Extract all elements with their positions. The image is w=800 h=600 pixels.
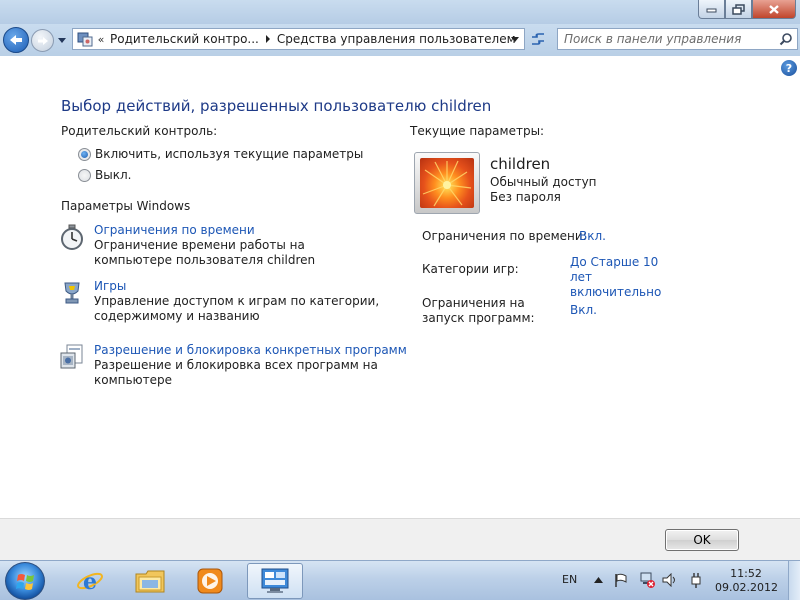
control-panel-icon <box>77 32 93 47</box>
stopwatch-icon <box>61 224 83 250</box>
minimize-icon <box>706 8 716 13</box>
user-name: children <box>490 155 551 173</box>
search-input[interactable] <box>564 32 774 46</box>
tray-network[interactable] <box>639 572 655 588</box>
windows-logo-icon <box>16 574 34 590</box>
taskbar: e EN 11:52 09.02.2012 <box>0 560 800 600</box>
radio-parental-off[interactable]: Выкл. <box>78 168 131 182</box>
games-description: Управление доступом к играм по категории… <box>94 294 380 323</box>
start-button[interactable] <box>5 562 45 600</box>
radio-button-checked[interactable] <box>78 147 91 161</box>
radio-off-label[interactable]: Выкл. <box>95 168 131 182</box>
setting-time-limits-value[interactable]: Вкл. <box>579 229 606 244</box>
back-button[interactable] <box>3 27 29 53</box>
setting-time-limits-label: Ограничения по времени: <box>422 229 587 243</box>
games-link[interactable]: Игры <box>94 279 126 293</box>
network-disconnected-icon <box>640 572 655 588</box>
taskbar-control-panel[interactable] <box>247 563 303 599</box>
window-controls <box>698 0 796 19</box>
search-box[interactable] <box>557 28 798 50</box>
chevron-down-icon <box>511 36 519 42</box>
refresh-button[interactable] <box>527 29 549 49</box>
minimize-button[interactable] <box>698 0 725 19</box>
avatar-flower-image <box>420 158 474 208</box>
user-account-type: Обычный доступ <box>490 175 597 189</box>
windows-settings-label: Параметры Windows <box>61 199 191 213</box>
action-center-flag-icon <box>615 573 627 587</box>
title-bar <box>0 0 800 26</box>
programs-link[interactable]: Разрешение и блокировка конкретных прогр… <box>94 343 407 357</box>
refresh-icon <box>532 33 544 45</box>
address-dropdown-button[interactable] <box>506 29 524 49</box>
taskbar-explorer[interactable] <box>122 563 178 599</box>
restore-button[interactable] <box>725 0 752 19</box>
ok-button[interactable]: OK <box>665 529 739 551</box>
language-indicator[interactable]: EN <box>562 573 577 586</box>
close-button[interactable] <box>752 0 796 19</box>
trophy-icon <box>64 282 80 304</box>
taskbar-media-player[interactable] <box>182 563 238 599</box>
control-panel-icon <box>261 568 289 593</box>
programs-description: Разрешение и блокировка всех программ на… <box>94 358 378 387</box>
clock-time: 11:52 <box>730 567 762 580</box>
search-icon[interactable] <box>779 32 793 46</box>
restore-icon <box>732 3 745 15</box>
chevron-up-icon <box>593 577 603 583</box>
power-plug-icon <box>691 573 701 588</box>
tray-power[interactable] <box>688 572 704 588</box>
radio-parental-on[interactable]: Включить, используя текущие параметры <box>78 147 363 161</box>
page-title: Выбор действий, разрешенных пользователю… <box>61 97 492 115</box>
setting-program-limits-value[interactable]: Вкл. <box>570 303 597 318</box>
setting-game-categories-label: Категории игр: <box>422 262 519 276</box>
user-password-status: Без пароля <box>490 190 561 204</box>
recent-pages-dropdown[interactable] <box>57 35 67 45</box>
close-icon <box>769 4 779 14</box>
breadcrumb-item-parental-control[interactable]: Родительский контро... <box>108 32 261 46</box>
setting-program-limits-label: Ограничения на запуск программ: <box>422 296 535 325</box>
breadcrumb-item-user-controls[interactable]: Средства управления пользователем <box>275 32 518 46</box>
breadcrumb-overflow[interactable]: « <box>94 33 108 46</box>
main-content: ? Выбор действий, разрешенных пользовате… <box>0 56 800 518</box>
setting-game-categories-value[interactable]: До Старше 10 лет включительно <box>570 255 682 300</box>
parental-control-label: Родительский контроль: <box>61 124 218 138</box>
programs-icon <box>60 344 83 369</box>
forward-button[interactable] <box>31 29 54 52</box>
navigation-bar: « Родительский контро... Средства управл… <box>0 24 800 56</box>
time-limits-description: Ограничение времени работы на компьютере… <box>94 238 316 267</box>
radio-button-unchecked[interactable] <box>78 168 91 182</box>
current-settings-label: Текущие параметры: <box>410 124 545 138</box>
arrow-left-icon <box>10 35 22 45</box>
help-icon[interactable]: ? <box>781 60 797 76</box>
internet-explorer-icon: e <box>77 569 103 595</box>
time-limits-link[interactable]: Ограничения по времени <box>94 223 255 237</box>
show-desktop-button[interactable] <box>788 561 800 600</box>
svg-text:e: e <box>83 569 97 595</box>
dialog-footer: OK <box>0 518 800 560</box>
show-hidden-icons-button[interactable] <box>590 572 606 588</box>
taskbar-internet-explorer[interactable]: e <box>62 563 118 599</box>
system-clock[interactable]: 11:52 09.02.2012 <box>715 567 778 595</box>
user-avatar <box>414 152 480 214</box>
clock-date: 09.02.2012 <box>715 581 778 594</box>
arrow-right-icon <box>37 36 48 45</box>
address-bar[interactable]: « Родительский контро... Средства управл… <box>72 28 525 50</box>
folder-icon <box>135 570 165 593</box>
tray-volume[interactable] <box>662 572 678 588</box>
tray-action-center[interactable] <box>613 572 629 588</box>
speaker-icon <box>662 573 675 587</box>
media-player-icon <box>197 568 223 594</box>
radio-on-label[interactable]: Включить, используя текущие параметры <box>95 147 363 161</box>
breadcrumb-separator-icon[interactable] <box>261 29 275 49</box>
